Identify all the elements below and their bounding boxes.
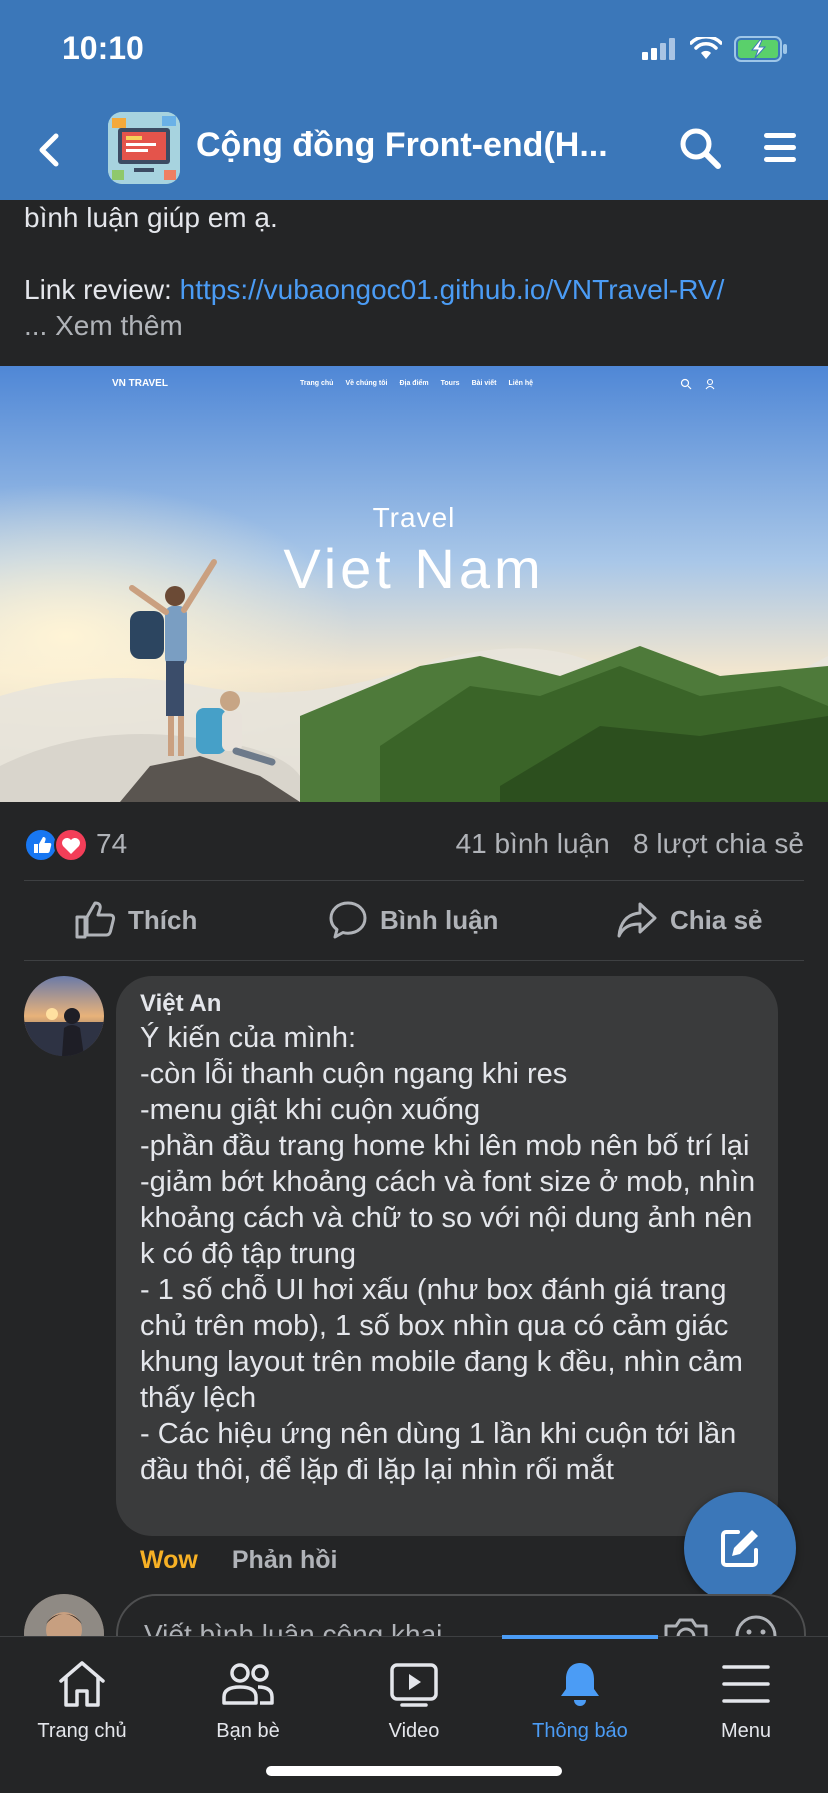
banner-nav-link: Bài viết: [471, 380, 497, 387]
comment-actions: Wow Phản hồi: [140, 1546, 337, 1575]
comment-line: -menu giật khi cuộn xuống: [140, 1094, 481, 1126]
tab-label: Bạn bè: [216, 1720, 280, 1742]
tab-home[interactable]: Trang chủ: [12, 1659, 152, 1743]
comment-button[interactable]: Bình luận: [328, 900, 498, 940]
tab-label: Thông báo: [532, 1720, 628, 1742]
comment-label: Bình luận: [380, 904, 499, 935]
banner-user-icon: [705, 378, 715, 390]
commenter-avatar[interactable]: [24, 976, 104, 1056]
divider: [24, 880, 804, 881]
banner-nav-link: Tours: [440, 380, 460, 387]
comment-text: Ý kiến của mình: -còn lỗi thanh cuộn nga…: [140, 1020, 760, 1488]
tab-menu[interactable]: Menu: [676, 1659, 816, 1743]
status-bar: 10:10: [0, 0, 828, 100]
like-label: Thích: [128, 904, 198, 935]
share-icon: [617, 902, 657, 938]
home-icon: [59, 1661, 105, 1707]
like-icon: [75, 901, 116, 939]
tab-video[interactable]: Video: [344, 1659, 484, 1743]
like-button[interactable]: Thích: [74, 900, 197, 940]
search-icon[interactable]: [678, 126, 722, 170]
banner-subtitle: Travel: [372, 502, 456, 533]
post-link-label: Link review:: [24, 274, 180, 305]
banner-logo: VN TRAVEL: [112, 378, 168, 389]
clock: 10:10: [62, 30, 144, 66]
battery-charging-icon: [734, 36, 787, 62]
banner-nav-link: Địa điểm: [399, 380, 429, 387]
post-actions: Thích Bình luận Chia sẻ: [0, 886, 828, 958]
home-indicator: [266, 1766, 562, 1776]
menu-icon: [722, 1665, 770, 1703]
comment-count[interactable]: 41 bình luận: [456, 828, 610, 859]
comment-reaction-wow[interactable]: Wow: [140, 1546, 198, 1575]
comment-line: -còn lỗi thanh cuộn ngang khi res: [140, 1058, 568, 1090]
active-tab-indicator: [502, 1635, 658, 1639]
tab-label: Menu: [720, 1720, 772, 1742]
comments-shares-count: 41 bình luận 8 lượt chia sẻ: [456, 828, 804, 860]
like-love-reaction-icons: [24, 828, 88, 862]
bell-icon: [561, 1663, 599, 1706]
compose-post-button[interactable]: [684, 1492, 796, 1604]
banner-nav-link: Liên hệ: [508, 380, 533, 387]
comment-line: -giảm bớt khoảng cách và font size ở mob…: [140, 1166, 756, 1270]
banner-nav: Trang chủ Về chúng tôi Địa điểm Tours Bà…: [300, 380, 533, 387]
reaction-summary[interactable]: 74 41 bình luận 8 lượt chia sẻ: [24, 826, 804, 866]
share-label: Chia sẻ: [670, 904, 763, 935]
post-link[interactable]: https://vubaongoc01.github.io/VNTravel-R…: [180, 274, 725, 305]
comment-author[interactable]: Việt An: [140, 990, 221, 1018]
comment-line: Ý kiến của mình:: [140, 1022, 356, 1054]
comment-bubble[interactable]: Việt An Ý kiến của mình: -còn lỗi thanh …: [116, 976, 778, 1536]
group-title[interactable]: Cộng đồng Front-end(H...: [196, 126, 608, 165]
group-avatar[interactable]: [108, 112, 180, 184]
comment-line: - 1 số chỗ UI hơi xấu (như box đánh giá …: [140, 1274, 743, 1414]
post-image[interactable]: VN TRAVEL Trang chủ Về chúng tôi Địa điể…: [0, 366, 828, 802]
wifi-icon: [690, 37, 722, 59]
share-count[interactable]: 8 lượt chia sẻ: [633, 828, 804, 859]
tab-notifications[interactable]: Thông báo: [510, 1659, 650, 1743]
comment-icon: [329, 901, 367, 939]
see-more-link[interactable]: ... Xem thêm: [24, 308, 804, 344]
post-link-line: Link review: https://vubaongoc01.github.…: [24, 272, 804, 308]
banner-title: Viet Nam: [283, 537, 545, 600]
post-text: bình luận giúp em ạ. Link review: https:…: [24, 200, 804, 344]
post-text-line: bình luận giúp em ạ.: [24, 202, 278, 233]
banner-nav-link: Trang chủ: [300, 380, 334, 387]
divider: [24, 960, 804, 961]
banner-search-icon: [680, 378, 692, 390]
comment-reply-button[interactable]: Phản hồi: [232, 1546, 338, 1575]
comment-line: - Các hiệu ứng nên dùng 1 lần khi cuộn t…: [140, 1418, 737, 1486]
video-icon: [390, 1663, 438, 1707]
cellular-signal-icon: [642, 38, 675, 60]
back-icon[interactable]: [30, 128, 70, 172]
share-button[interactable]: Chia sẻ: [616, 900, 763, 940]
status-icons: [642, 36, 788, 62]
tab-label: Video: [388, 1720, 440, 1742]
tab-label: Trang chủ: [37, 1720, 127, 1742]
banner-nav-link: Về chúng tôi: [345, 380, 388, 387]
friends-icon: [222, 1663, 274, 1705]
hamburger-menu-icon[interactable]: [762, 130, 798, 166]
group-header: Cộng đồng Front-end(H...: [0, 100, 828, 200]
reaction-count: 74: [96, 828, 128, 859]
comment-line: -phần đầu trang home khi lên mob nên bố …: [140, 1130, 750, 1162]
tab-friends[interactable]: Bạn bè: [178, 1659, 318, 1743]
edit-icon: [721, 1530, 758, 1567]
